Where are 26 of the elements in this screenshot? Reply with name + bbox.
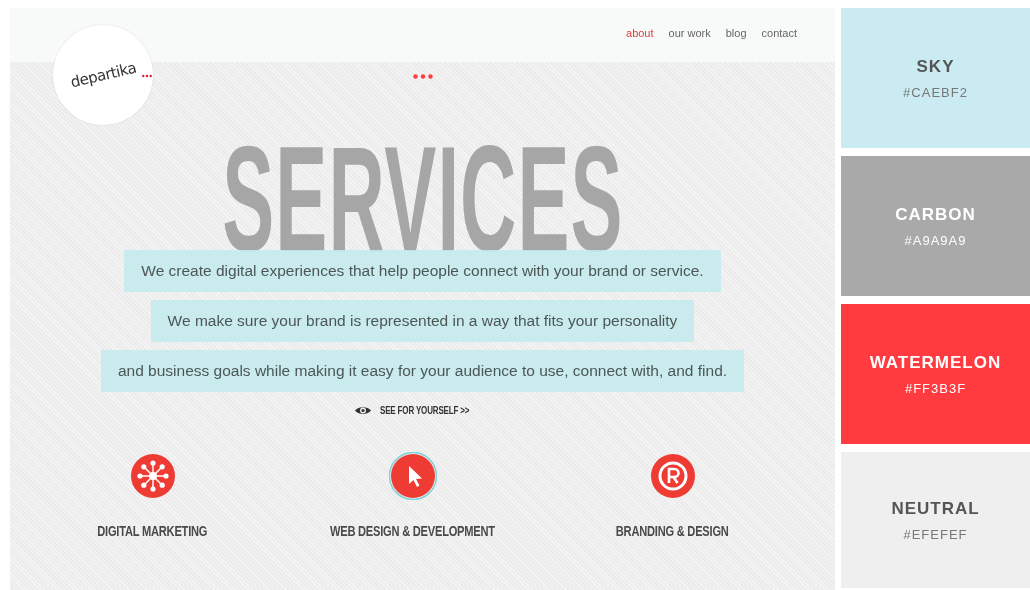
intro-text: We create digital experiences that help people connect with your brand or service. bbox=[124, 250, 721, 292]
service-title: WEB DESIGN & DEVELOPMENT bbox=[330, 522, 495, 539]
registered-icon[interactable] bbox=[648, 452, 697, 500]
dots-icon bbox=[412, 74, 433, 79]
nav-link[interactable]: contact bbox=[761, 27, 797, 39]
see-for-yourself-link[interactable]: SEE FOR YOURSELF >> bbox=[353, 405, 492, 416]
swatch-name: CARBON bbox=[895, 204, 976, 225]
service-title: BRANDING & DESIGN bbox=[616, 522, 729, 539]
intro-text: and business goals while making it easy for your audience to use, connect with, and find. bbox=[100, 350, 745, 392]
swatch-name: NEUTRAL bbox=[891, 498, 980, 519]
swatch-name: SKY bbox=[916, 56, 955, 77]
network-icon[interactable] bbox=[128, 452, 177, 500]
cursor-icon[interactable] bbox=[388, 452, 437, 500]
nav-link[interactable]: our work bbox=[668, 27, 711, 39]
nav-link[interactable]: blog bbox=[725, 27, 747, 39]
swatch-name: WATERMELON bbox=[869, 352, 1002, 373]
swatch-code: #EFEFEF bbox=[903, 526, 968, 542]
nav-link[interactable]: about bbox=[626, 27, 654, 39]
eye-icon bbox=[353, 405, 372, 416]
intro-text: We make sure your brand is represented in a way that fits your personality bbox=[150, 300, 695, 342]
swatch-code: #CAEBF2 bbox=[903, 84, 968, 100]
swatch-code: #FF3B3F bbox=[904, 380, 967, 396]
service-title: DIGITAL MARKETING bbox=[97, 522, 208, 539]
logo-dots-icon bbox=[142, 74, 152, 78]
logo-text: departika bbox=[68, 58, 138, 92]
swatch-code: #A9A9A9 bbox=[904, 232, 967, 248]
